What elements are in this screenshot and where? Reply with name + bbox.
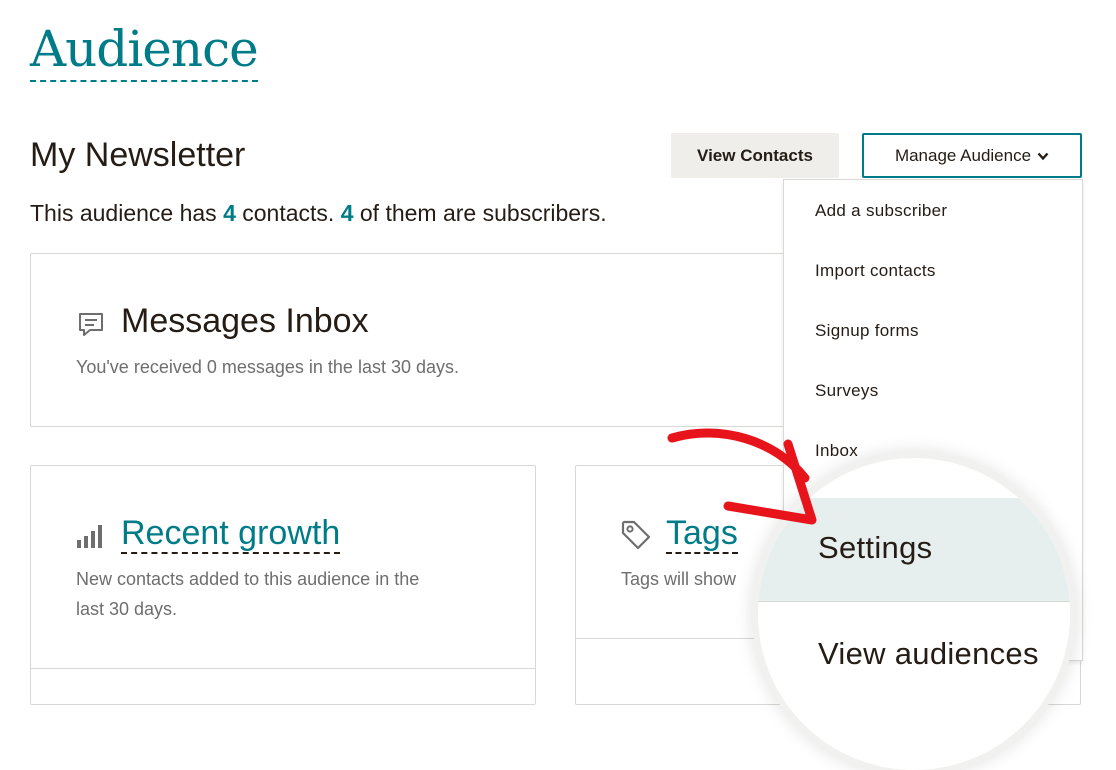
menu-item-view-audiences[interactable]: View audiences: [818, 636, 1039, 672]
view-contacts-button[interactable]: View Contacts: [671, 133, 839, 178]
magnifier-callout: Settings View audiences: [758, 458, 1070, 770]
message-icon: [77, 311, 105, 344]
recent-growth-link[interactable]: Recent growth: [121, 514, 341, 554]
audience-name: My Newsletter: [30, 136, 246, 174]
subscribers-count[interactable]: 4: [341, 200, 354, 226]
tag-icon: [620, 519, 652, 556]
messages-inbox-title: Messages Inbox: [121, 302, 369, 340]
recent-growth-card: Recent growth New contacts added to this…: [30, 465, 536, 705]
menu-item-inbox[interactable]: Inbox: [815, 441, 858, 461]
chevron-down-icon: [1037, 146, 1049, 166]
recent-growth-description-line1: New contacts added to this audience in t…: [76, 569, 420, 589]
menu-item-settings[interactable]: Settings: [818, 530, 932, 566]
menu-item-signup-forms[interactable]: Signup forms: [815, 321, 919, 341]
audience-summary: This audience has 4 contacts. 4 of them …: [30, 200, 607, 227]
card-divider: [31, 668, 535, 669]
messages-inbox-description: You've received 0 messages in the last 3…: [76, 357, 460, 377]
summary-middle: contacts.: [242, 200, 335, 226]
contacts-count[interactable]: 4: [223, 200, 236, 226]
manage-audience-button[interactable]: Manage Audience: [862, 133, 1082, 178]
menu-item-surveys[interactable]: Surveys: [815, 381, 879, 401]
menu-item-import-contacts[interactable]: Import contacts: [815, 261, 936, 281]
recent-growth-description-line2: last 30 days.: [76, 599, 178, 619]
page-title: Audience: [30, 18, 259, 82]
tags-link[interactable]: Tags: [666, 514, 738, 554]
manage-audience-label: Manage Audience: [894, 145, 1032, 165]
messages-inbox-card: Messages Inbox You've received 0 message…: [30, 253, 830, 427]
summary-prefix: This audience has: [30, 200, 217, 226]
menu-item-add-subscriber[interactable]: Add a subscriber: [815, 201, 947, 221]
summary-suffix: of them are subscribers.: [359, 200, 607, 226]
tags-description: Tags will show: [621, 569, 737, 589]
menu-divider: [758, 601, 1070, 602]
bar-chart-icon: [76, 523, 106, 554]
